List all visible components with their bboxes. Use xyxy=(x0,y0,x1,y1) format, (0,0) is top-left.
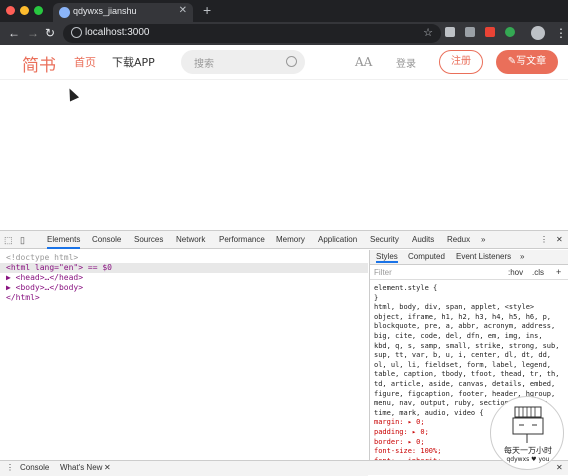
style-rule-line[interactable]: kbd, q, s, samp, small, strike, strong, … xyxy=(374,342,559,350)
tree-node[interactable]: ▶ <head>…</head> xyxy=(0,273,368,283)
extension-vue-icon[interactable] xyxy=(465,27,475,37)
drawer-tab-close-icon[interactable]: ✕ xyxy=(104,463,111,472)
mouse-cursor-icon xyxy=(64,86,80,102)
tab-memory[interactable]: Memory xyxy=(276,235,305,244)
tab-application[interactable]: Application xyxy=(318,235,357,244)
style-rule-line[interactable]: padding: ▸ 0; xyxy=(374,428,429,436)
style-rule-line[interactable]: ol, ul, li, fieldset, form, label, legen… xyxy=(374,361,551,369)
bookmark-star-icon[interactable]: ☆ xyxy=(423,26,433,39)
nav-download-app-link[interactable]: 下载APP xyxy=(112,54,155,70)
more-panes-icon[interactable]: » xyxy=(520,252,524,261)
style-rule-line[interactable]: table, caption, tbody, tfoot, thead, tr,… xyxy=(374,370,559,378)
url-text: localhost:3000 xyxy=(85,27,150,38)
site-header: 简书 首页 下载APP 搜索 AA 登录 注册 ✎写文章 xyxy=(0,45,568,80)
tab-close-icon[interactable]: ✕ xyxy=(179,5,187,16)
tab-elements[interactable]: Elements xyxy=(47,235,81,249)
console-drawer: ⋮ Console What's New ✕ ✕ xyxy=(0,460,568,475)
tab-redux[interactable]: Redux xyxy=(447,235,470,244)
style-rule-line[interactable]: element.style { xyxy=(374,284,437,292)
search-box[interactable]: 搜索 xyxy=(181,50,305,74)
browser-tab[interactable]: qdywxs_jianshu ✕ xyxy=(53,3,193,22)
write-article-button[interactable]: ✎写文章 xyxy=(496,50,558,74)
style-rule-line[interactable]: } xyxy=(374,294,378,302)
tab-sources[interactable]: Sources xyxy=(134,235,163,244)
tree-node[interactable]: </html> xyxy=(0,293,368,303)
filter-input[interactable]: Filter xyxy=(374,268,392,277)
tab-console[interactable]: Console xyxy=(92,235,121,244)
tab-computed[interactable]: Computed xyxy=(408,252,445,261)
html-close-node: </html> xyxy=(6,293,40,302)
search-input[interactable]: 搜索 xyxy=(194,55,214,70)
devtools-menu-icon[interactable]: ⋮ xyxy=(540,235,548,244)
tab-security[interactable]: Security xyxy=(370,235,399,244)
watermark-badge: 每天一万小时 qdywxs ♥ you xyxy=(490,396,564,470)
style-rule-line[interactable]: blockquote, pre, a, abbr, acronym, addre… xyxy=(374,322,555,330)
inspect-element-icon[interactable]: ⬚ xyxy=(4,235,13,246)
more-tabs-icon[interactable]: » xyxy=(481,235,485,244)
extension-green-icon[interactable] xyxy=(505,27,515,37)
login-link[interactable]: 登录 xyxy=(396,55,416,70)
tree-node[interactable]: <!doctype html> xyxy=(0,253,368,263)
browser-menu-icon[interactable]: ⋮ xyxy=(555,26,567,40)
tree-node-html[interactable]: <html lang="en"> == $0 xyxy=(0,263,368,273)
drawer-tab-whats-new[interactable]: What's New xyxy=(60,463,102,472)
browser-toolbar: ← → ↻ localhost:3000 ☆ ⋮ xyxy=(0,22,568,45)
badge-line2: qdywxs ♥ you xyxy=(506,456,550,463)
devtools-panel: ⬚ ▯ Elements Console Sources Network Per… xyxy=(0,230,568,476)
style-rule-line[interactable]: html, body, div, span, applet, <style> xyxy=(374,303,534,311)
style-rule-line[interactable]: font-size: 100%; xyxy=(374,447,441,455)
tab-styles[interactable]: Styles xyxy=(376,252,398,263)
elements-tree: <!doctype html> <html lang="en"> == $0 ▶… xyxy=(0,250,368,476)
globe-icon xyxy=(59,7,70,18)
extension-shield-icon[interactable] xyxy=(445,27,455,37)
tab-title: qdywxs_jianshu xyxy=(73,6,137,16)
tab-network[interactable]: Network xyxy=(176,235,205,244)
site-logo[interactable]: 简书 xyxy=(22,51,56,76)
extension-red-icon[interactable] xyxy=(485,27,495,37)
register-button[interactable]: 注册 xyxy=(439,50,483,74)
forward-button[interactable]: → xyxy=(27,26,39,40)
style-rule-line[interactable]: time, mark, audio, video { xyxy=(374,409,484,417)
style-rule-line[interactable]: margin: ▸ 0; xyxy=(374,418,425,426)
maximize-window-button[interactable] xyxy=(34,6,43,15)
address-bar[interactable]: localhost:3000 ☆ xyxy=(63,24,441,43)
tab-performance[interactable]: Performance xyxy=(219,235,265,244)
drawer-menu-icon[interactable]: ⋮ xyxy=(6,463,14,472)
search-icon[interactable] xyxy=(286,56,297,67)
minimize-window-button[interactable] xyxy=(20,6,29,15)
hov-toggle[interactable]: :hov xyxy=(508,268,523,277)
profile-avatar[interactable] xyxy=(531,26,545,40)
styles-filter-bar: Filter :hov .cls + xyxy=(370,266,568,280)
doctype-node: <!doctype html> xyxy=(6,253,79,262)
drawer-tab-console[interactable]: Console xyxy=(20,463,49,472)
add-rule-button[interactable]: + xyxy=(556,267,561,277)
style-rule-line[interactable]: td, article, aside, canvas, details, emb… xyxy=(374,380,555,388)
tab-audits[interactable]: Audits xyxy=(412,235,434,244)
head-node: ▶ <head>…</head> xyxy=(6,273,84,282)
font-size-toggle[interactable]: AA xyxy=(355,55,372,69)
tab-event-listeners[interactable]: Event Listeners xyxy=(456,252,511,261)
body-node: ▶ <body>…</body> xyxy=(6,283,84,292)
back-button[interactable]: ← xyxy=(8,26,20,40)
badge-line1: 每天一万小时 xyxy=(504,446,552,455)
style-rule-line[interactable]: big, cite, code, del, dfn, em, img, ins, xyxy=(374,332,543,340)
nav-home-link[interactable]: 首页 xyxy=(74,54,96,70)
new-tab-button[interactable]: + xyxy=(203,2,211,18)
tree-node[interactable]: ▶ <body>…</body> xyxy=(0,283,368,293)
style-rule-line[interactable]: sup, tt, var, b, u, i, center, dl, dt, d… xyxy=(374,351,551,359)
browser-tab-bar: qdywxs_jianshu ✕ + xyxy=(0,0,568,22)
reload-button[interactable]: ↻ xyxy=(45,26,55,40)
device-toolbar-icon[interactable]: ▯ xyxy=(20,235,25,246)
info-icon[interactable] xyxy=(71,27,82,38)
style-rule-line[interactable]: object, iframe, h1, h2, h3, h4, h5, h6, … xyxy=(374,313,551,321)
web-page: 简书 首页 下载APP 搜索 AA 登录 注册 ✎写文章 xyxy=(0,45,568,230)
close-window-button[interactable] xyxy=(6,6,15,15)
cls-toggle[interactable]: .cls xyxy=(532,268,544,277)
devtools-close-icon[interactable]: ✕ xyxy=(556,235,563,244)
devtools-tab-bar: ⬚ ▯ Elements Console Sources Network Per… xyxy=(0,231,568,249)
style-rule-line[interactable]: border: ▸ 0; xyxy=(374,438,425,446)
styles-tab-bar: Styles Computed Event Listeners » xyxy=(370,250,568,265)
html-node: <html lang="en"> == $0 xyxy=(6,263,112,272)
